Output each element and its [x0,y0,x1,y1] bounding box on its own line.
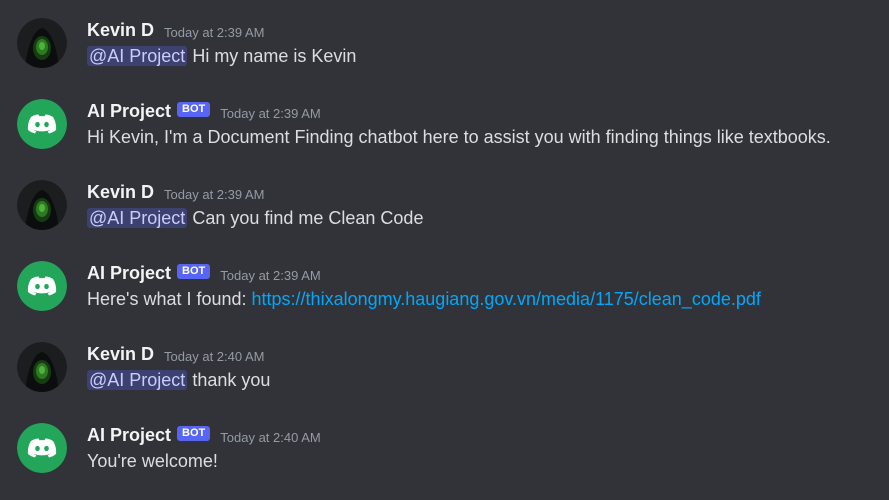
mention[interactable]: @AI Project [87,208,188,228]
username[interactable]: AI Project [87,101,171,122]
message-text: Hi Kevin, I'm a Document Finding chatbot… [87,127,831,147]
message-content: Here's what I found: https://thixalongmy… [87,286,761,312]
username[interactable]: AI Project [87,263,171,284]
username[interactable]: Kevin D [87,20,154,41]
message-header: Kevin D Today at 2:39 AM [87,18,264,42]
message-text: thank you [187,370,271,390]
bot-avatar-icon[interactable] [17,99,67,149]
bot-tag: BOT [177,425,211,441]
message-content: You're welcome! [87,448,218,474]
message-content: Hi Kevin, I'm a Document Finding chatbot… [87,124,831,150]
message-content: @AI Project thank you [87,367,270,393]
message: AI Project BOT Today at 2:39 AM Here's w… [0,261,889,341]
user-avatar-icon[interactable] [17,342,67,392]
timestamp: Today at 2:40 AM [164,348,265,364]
bot-tag: BOT [177,101,211,117]
timestamp: Today at 2:39 AM [220,267,321,283]
chat-log: Kevin D Today at 2:39 AM @AI Project Hi … [0,0,889,500]
message-content: @AI Project Hi my name is Kevin [87,43,356,69]
username[interactable]: AI Project [87,425,171,446]
user-avatar-icon[interactable] [17,180,67,230]
message-header: Kevin D Today at 2:40 AM [87,342,264,366]
username[interactable]: Kevin D [87,344,154,365]
message-text: Here's what I found: [87,289,252,309]
message-content: @AI Project Can you find me Clean Code [87,205,423,231]
bot-tag: BOT [177,263,211,279]
message-header: AI Project BOT Today at 2:39 AM [87,261,321,285]
message: AI Project BOT Today at 2:39 AM Hi Kevin… [0,99,889,179]
user-avatar-icon[interactable] [17,18,67,68]
timestamp: Today at 2:39 AM [164,24,265,40]
message: Kevin D Today at 2:39 AM @AI Project Can… [0,180,889,260]
message-header: AI Project BOT Today at 2:40 AM [87,423,321,447]
mention[interactable]: @AI Project [87,370,188,390]
message-text: You're welcome! [87,451,218,471]
bot-avatar-icon[interactable] [17,261,67,311]
message-text: Hi my name is Kevin [187,46,357,66]
message: AI Project BOT Today at 2:40 AM You're w… [0,423,889,500]
document-link[interactable]: https://thixalongmy.haugiang.gov.vn/medi… [252,289,761,309]
username[interactable]: Kevin D [87,182,154,203]
message: Kevin D Today at 2:39 AM @AI Project Hi … [0,18,889,98]
timestamp: Today at 2:39 AM [220,105,321,121]
bot-avatar-icon[interactable] [17,423,67,473]
timestamp: Today at 2:39 AM [164,186,265,202]
message-header: Kevin D Today at 2:39 AM [87,180,264,204]
message-header: AI Project BOT Today at 2:39 AM [87,99,321,123]
message-text: Can you find me Clean Code [187,208,424,228]
message: Kevin D Today at 2:40 AM @AI Project tha… [0,342,889,422]
timestamp: Today at 2:40 AM [220,429,321,445]
mention[interactable]: @AI Project [87,46,188,66]
